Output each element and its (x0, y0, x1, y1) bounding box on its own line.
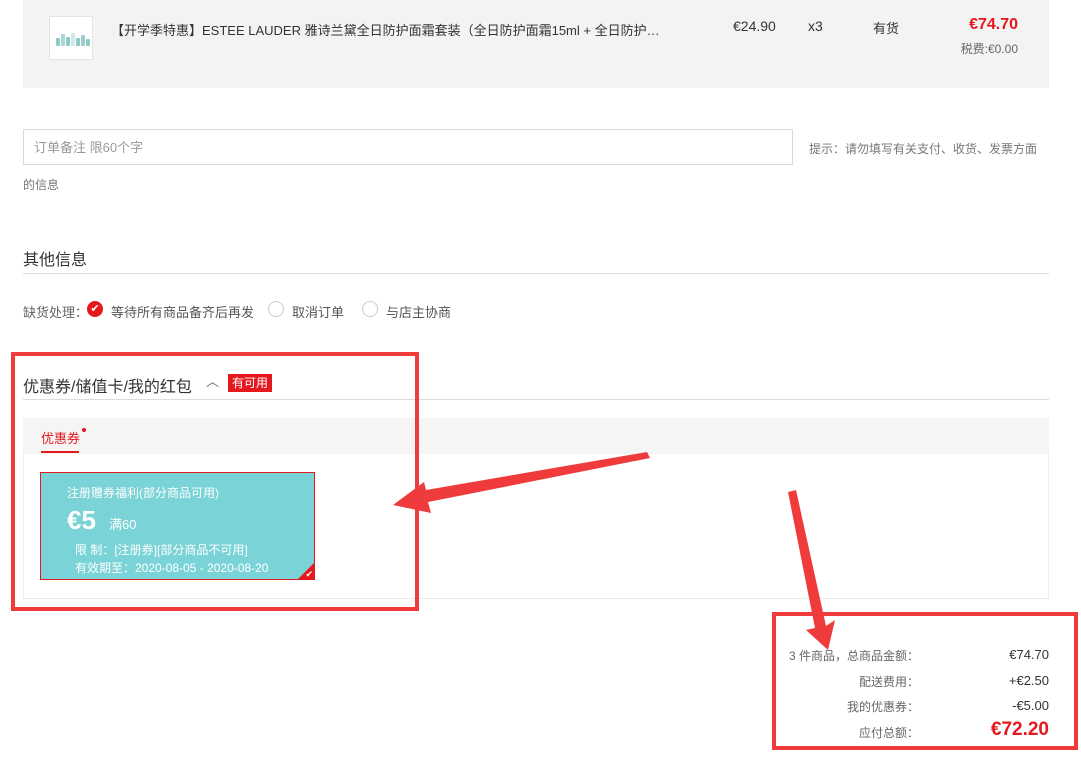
arrow-to-summary (788, 490, 835, 650)
arrow-to-coupon-card (393, 452, 650, 513)
annotation-arrows (393, 452, 835, 650)
